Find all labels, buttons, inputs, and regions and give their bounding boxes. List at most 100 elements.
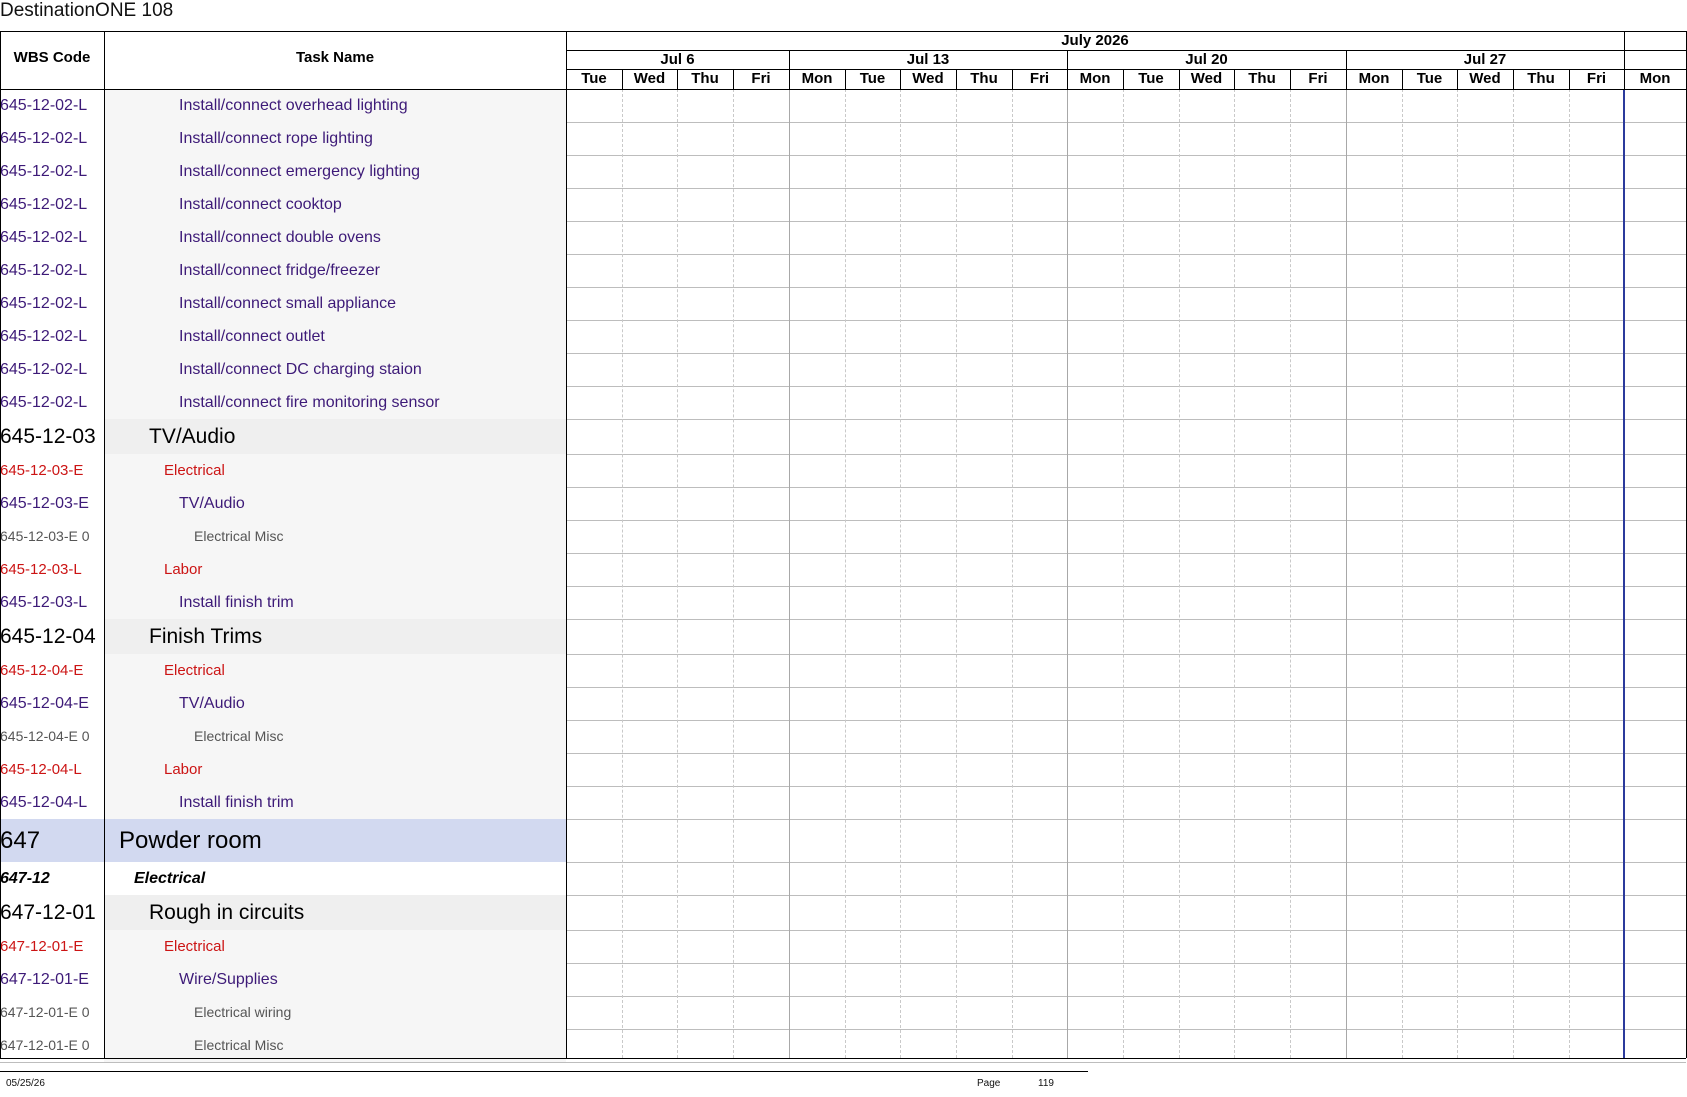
wbs-code-cell: 645-12-04 — [0, 625, 96, 648]
day-header-4: Mon — [801, 70, 833, 87]
wbs-code-cell: 645-12-02-L — [0, 328, 88, 345]
wbs-code-cell: 645-12-03 — [0, 425, 96, 448]
day-gridline — [1179, 89, 1180, 1058]
day-header-12: Thu — [1248, 70, 1276, 87]
wbs-code-cell: 645-12-02-L — [0, 229, 88, 246]
wbs-column-border — [104, 31, 105, 1058]
week-header-2: Jul 20 — [1185, 51, 1228, 68]
wbs-code-cell: 645-12-02-L — [0, 97, 88, 114]
task-name-cell[interactable]: Install/connect double ovens — [179, 221, 564, 254]
wbs-code-cell: 645-12-02-L — [0, 196, 88, 213]
day-gridline — [1569, 89, 1570, 1058]
day-header-6: Wed — [912, 70, 944, 87]
day-header-11: Wed — [1190, 70, 1223, 87]
wbs-code-cell: 645-12-02-L — [0, 295, 88, 312]
task-name-cell[interactable]: Install finish trim — [179, 786, 564, 819]
task-name-cell[interactable]: Electrical — [164, 454, 564, 487]
task-name-cell[interactable]: Electrical — [164, 654, 564, 687]
footer-date: 05/25/26 — [6, 1078, 45, 1089]
week-header-0: Jul 6 — [660, 51, 695, 68]
month-header: July 2026 — [1061, 32, 1129, 49]
task-name-cell[interactable]: Install/connect cooktop — [179, 188, 564, 221]
task-name-cell[interactable]: Install/connect small appliance — [179, 287, 564, 320]
task-name-cell[interactable]: Install/connect fridge/freezer — [179, 254, 564, 287]
wbs-code-cell: 647 — [0, 827, 41, 854]
footer-page-number: 119 — [1038, 1078, 1054, 1089]
grid-bottom-border — [0, 1058, 1686, 1059]
wbs-code-cell: 645-12-03-E — [0, 495, 89, 512]
day-header-15: Tue — [1416, 70, 1443, 87]
task-name-cell[interactable]: Electrical — [164, 930, 564, 963]
wbs-code-cell: 645-12-03-E — [0, 462, 84, 479]
task-name-cell[interactable]: Install/connect DC charging staion — [179, 353, 564, 386]
task-name-cell[interactable]: Electrical wiring — [194, 996, 564, 1029]
day-header-9: Mon — [1079, 70, 1111, 87]
day-gridline — [622, 89, 623, 1058]
day-header-19: Mon — [1639, 70, 1671, 87]
day-header-3: Fri — [751, 70, 771, 87]
day-gridline — [1402, 89, 1403, 1058]
wbs-code-cell: 645-12-02-L — [0, 262, 88, 279]
wbs-code-cell: 645-12-04-E 0 — [0, 728, 90, 744]
left-border — [0, 31, 1, 1058]
wbs-code-cell: 647-12 — [0, 870, 50, 887]
task-name-cell[interactable]: Install/connect emergency lighting — [179, 155, 564, 188]
task-name-cell[interactable]: Install finish trim — [179, 586, 564, 619]
task-name-cell[interactable]: Rough in circuits — [149, 895, 564, 930]
day-header-16: Wed — [1469, 70, 1501, 87]
day-header-2: Thu — [691, 70, 719, 87]
task-name-cell[interactable]: TV/Audio — [179, 687, 564, 720]
day-gridline — [1123, 89, 1124, 1058]
week-gridline — [789, 89, 790, 1058]
wbs-code-cell: 645-12-03-L — [0, 594, 88, 611]
task-name-cell[interactable]: TV/Audio — [149, 419, 564, 454]
wbs-code-cell: 647-12-01-E 0 — [0, 1004, 90, 1020]
day-gridline — [1513, 89, 1514, 1058]
day-gridline — [677, 89, 678, 1058]
week-gridline — [1067, 89, 1068, 1058]
day-header-7: Thu — [970, 70, 998, 87]
day-gridline — [900, 89, 901, 1058]
task-name-cell[interactable]: Finish Trims — [149, 619, 564, 654]
task-name-cell[interactable]: Install/connect fire monitoring sensor — [179, 386, 564, 419]
day-gridline — [956, 89, 957, 1058]
day-header-13: Fri — [1308, 70, 1328, 87]
wbs-code-cell: 645-12-04-E — [0, 695, 89, 712]
day-header-17: Thu — [1527, 70, 1555, 87]
week-header-border — [1624, 50, 1625, 69]
day-gridline — [1290, 89, 1291, 1058]
week-gridline — [1346, 89, 1347, 1058]
task-name-cell[interactable]: Labor — [164, 553, 564, 586]
document-title: DestinationONE 108 — [0, 0, 174, 21]
wbs-code-cell: 645-12-02-L — [0, 163, 88, 180]
task-column-border — [566, 31, 567, 1058]
day-header-0: Tue — [581, 70, 607, 87]
task-name-cell[interactable]: Electrical — [134, 862, 564, 895]
day-gridline — [1012, 89, 1013, 1058]
wbs-code-cell: 645-12-03-E 0 — [0, 528, 90, 544]
task-name-cell[interactable]: Install/connect overhead lighting — [179, 89, 564, 122]
task-name-header: Task Name — [295, 49, 375, 66]
wbs-code-cell: 645-12-03-L — [0, 561, 82, 578]
day-gridline — [1234, 89, 1235, 1058]
task-name-cell[interactable]: Wire/Supplies — [179, 963, 564, 996]
wbs-code-cell: 647-12-01-E — [0, 938, 84, 955]
day-gridline — [733, 89, 734, 1058]
row-divider — [0, 1062, 1686, 1063]
task-name-cell[interactable]: Electrical Misc — [194, 520, 564, 553]
month-end-border — [1624, 31, 1625, 50]
task-name-cell[interactable]: Labor — [164, 753, 564, 786]
day-header-10: Tue — [1138, 70, 1164, 87]
wbs-code-cell: 645-12-04-L — [0, 761, 82, 778]
task-name-cell[interactable]: TV/Audio — [179, 487, 564, 520]
task-name-cell[interactable]: Electrical Misc — [194, 720, 564, 753]
wbs-code-cell: 645-12-04-L — [0, 794, 88, 811]
wbs-code-cell: 645-12-02-L — [0, 361, 88, 378]
day-header-14: Mon — [1358, 70, 1390, 87]
day-header-1: Wed — [633, 70, 666, 87]
task-name-cell[interactable]: Powder room — [119, 819, 564, 862]
day-header-18: Fri — [1586, 70, 1607, 87]
task-name-cell[interactable]: Install/connect rope lighting — [179, 122, 564, 155]
task-name-cell[interactable]: Install/connect outlet — [179, 320, 564, 353]
footer-rule — [0, 1071, 1088, 1072]
